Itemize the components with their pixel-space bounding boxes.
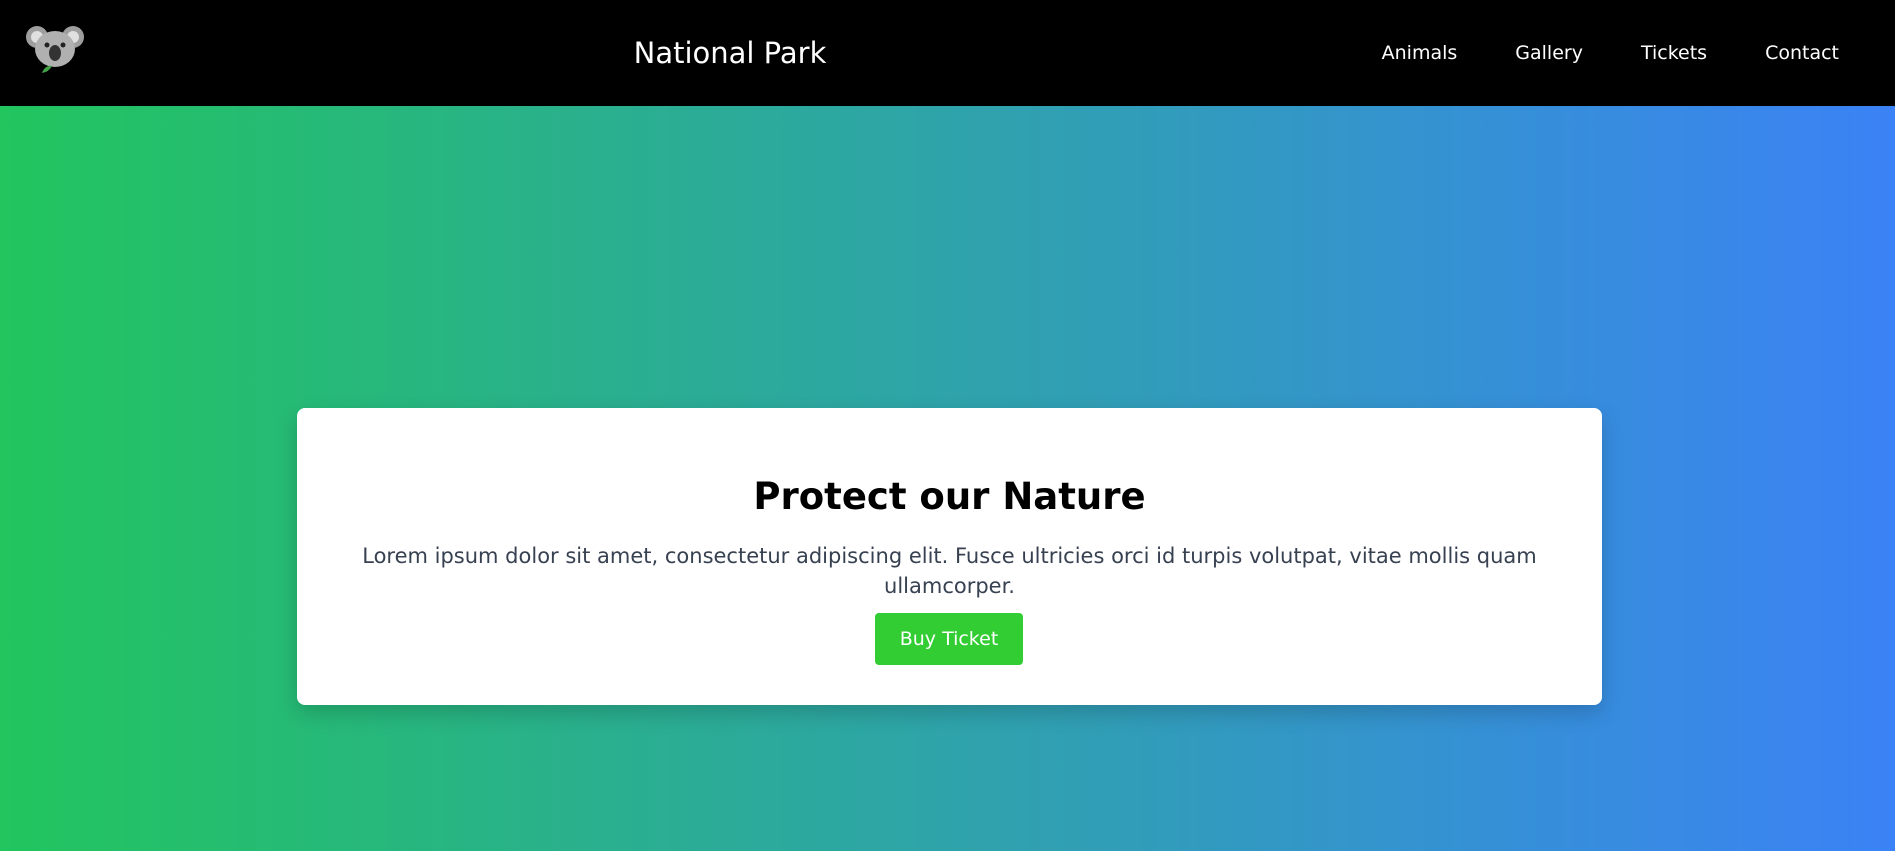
card-title: Protect our Nature — [753, 475, 1146, 518]
main-nav: Animals Gallery Tickets Contact — [1324, 40, 1839, 66]
buy-ticket-button[interactable]: Buy Ticket — [875, 613, 1023, 665]
site-title: National Park — [633, 36, 827, 70]
koala-icon[interactable] — [25, 21, 85, 77]
hero-card: Protect our Nature Lorem ipsum dolor sit… — [297, 408, 1602, 705]
card-text: Lorem ipsum dolor sit amet, consectetur … — [362, 544, 1537, 598]
nav-link-tickets[interactable]: Tickets — [1641, 40, 1707, 66]
navbar: National Park Animals Gallery Tickets Co… — [0, 0, 1895, 106]
nav-link-gallery[interactable]: Gallery — [1515, 40, 1583, 66]
nav-link-contact[interactable]: Contact — [1765, 40, 1839, 66]
nav-link-animals[interactable]: Animals — [1382, 40, 1458, 66]
